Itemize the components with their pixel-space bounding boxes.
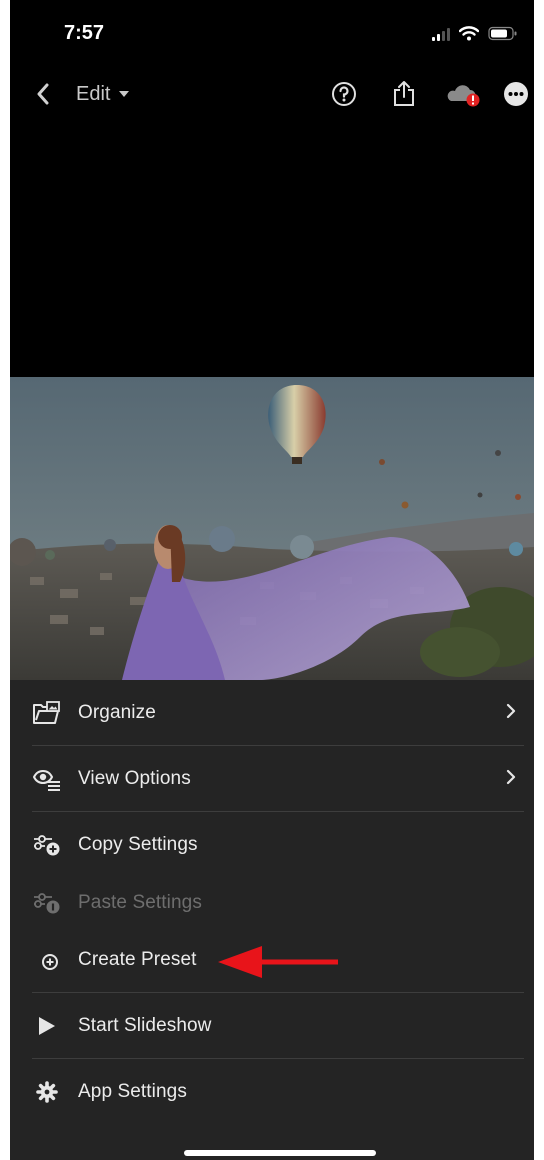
create-preset-icon bbox=[32, 945, 62, 975]
copy-settings-icon bbox=[32, 830, 62, 860]
back-chevron-icon bbox=[37, 83, 49, 105]
menu-item-create-preset-label: Create Preset bbox=[78, 949, 197, 970]
menu-item-view-options-label: View Options bbox=[78, 768, 191, 789]
status-bar: 7:57 bbox=[10, 0, 534, 70]
phone-screen: 7:57 Edit Organize View Options Copy Set… bbox=[10, 0, 534, 1160]
back-button[interactable] bbox=[30, 80, 56, 108]
menu-item-view-options[interactable]: View Options bbox=[32, 746, 524, 812]
chevron-right-icon bbox=[506, 703, 516, 719]
chevron-right-icon bbox=[506, 769, 516, 785]
annotation-arrow bbox=[218, 946, 338, 978]
cloud-sync-button[interactable] bbox=[444, 78, 484, 110]
more-options-button[interactable] bbox=[500, 78, 532, 110]
nav-bar: Edit bbox=[10, 70, 534, 118]
share-icon bbox=[394, 81, 414, 106]
menu-item-start-slideshow[interactable]: Start Slideshow bbox=[32, 993, 524, 1059]
organize-icon bbox=[32, 698, 62, 728]
home-indicator[interactable] bbox=[184, 1150, 376, 1156]
battery-icon bbox=[488, 26, 517, 41]
menu-item-organize[interactable]: Organize bbox=[32, 680, 524, 746]
photo-image bbox=[10, 377, 534, 680]
photo-preview bbox=[10, 377, 534, 680]
menu-item-app-settings[interactable]: App Settings bbox=[32, 1059, 524, 1125]
status-icons bbox=[432, 26, 518, 41]
help-button[interactable] bbox=[328, 78, 360, 110]
paste-settings-icon bbox=[32, 888, 62, 918]
menu-item-organize-label: Organize bbox=[78, 702, 156, 723]
cellular-signal-icon bbox=[432, 27, 450, 41]
menu-item-copy-settings-label: Copy Settings bbox=[78, 834, 198, 855]
play-icon bbox=[32, 1011, 62, 1041]
menu-item-copy-settings[interactable]: Copy Settings bbox=[32, 812, 524, 878]
gear-icon bbox=[32, 1077, 62, 1107]
share-button[interactable] bbox=[388, 78, 420, 110]
help-icon bbox=[332, 82, 356, 106]
caret-down-icon bbox=[119, 91, 130, 97]
status-time: 7:57 bbox=[64, 22, 105, 44]
edit-mode-dropdown[interactable]: Edit bbox=[76, 80, 130, 108]
edit-mode-label: Edit bbox=[76, 82, 111, 105]
menu-item-start-slideshow-label: Start Slideshow bbox=[78, 1015, 212, 1036]
more-icon bbox=[504, 82, 528, 106]
view-options-icon bbox=[32, 764, 62, 794]
wifi-icon bbox=[459, 26, 479, 41]
menu-item-app-settings-label: App Settings bbox=[78, 1081, 187, 1102]
menu-item-paste-settings-label: Paste Settings bbox=[78, 892, 202, 913]
cloud-sync-error-icon bbox=[447, 85, 480, 107]
